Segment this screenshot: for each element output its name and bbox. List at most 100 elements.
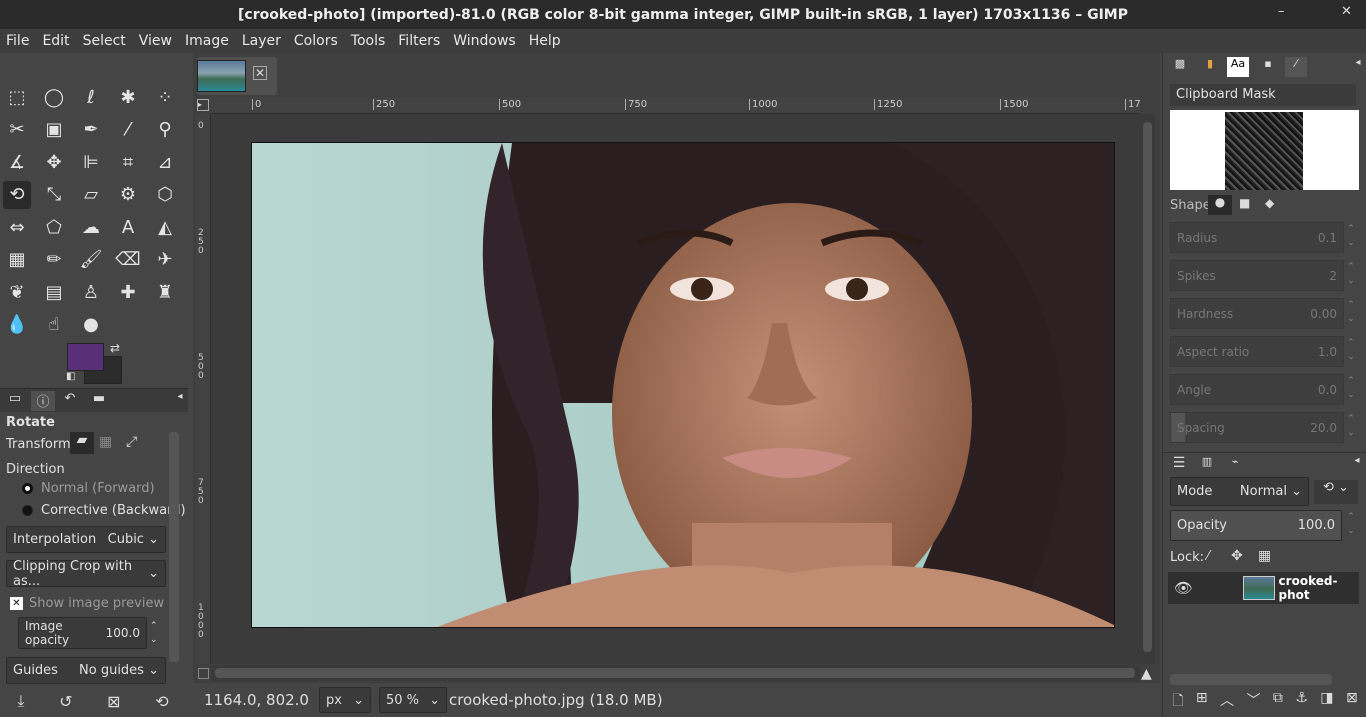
channels-tab-icon[interactable]: ▥ [1196, 455, 1218, 475]
scale-icon[interactable]: ⤡ [40, 181, 68, 209]
smudge-icon[interactable]: ☁ [77, 213, 105, 241]
duplicate-layer-icon[interactable]: ⧉ [1273, 690, 1283, 714]
show-preview-checkbox[interactable]: ✕ [10, 597, 23, 610]
default-colors-icon[interactable]: ◧ [66, 371, 75, 382]
clipping-combo[interactable]: Clipping Crop with as... ⌄ [6, 559, 166, 589]
shape-diamond-icon[interactable]: ◆ [1265, 196, 1274, 210]
brush-param-slider[interactable]: Angle 0.0 [1170, 374, 1344, 405]
unit-combo[interactable]: px ⌄ [318, 687, 371, 713]
mode-reset-icon[interactable]: ⟲ ⌄ [1314, 480, 1358, 504]
lower-layer-icon[interactable]: ﹀ [1246, 690, 1260, 714]
swap-colors-icon[interactable]: ⇄ [110, 341, 120, 355]
dock-menu-icon[interactable]: ◂ [1346, 455, 1366, 475]
direction-normal-radio[interactable] [22, 483, 33, 494]
warp-icon[interactable]: ⇔ [3, 213, 31, 241]
heal-icon[interactable]: ✚ [114, 278, 142, 306]
zoom-icon[interactable]: ⚲ [151, 116, 179, 144]
brushes-tab-icon[interactable]: ▩ [1169, 57, 1191, 77]
paths-icon[interactable]: ✒ [77, 116, 105, 144]
shear-icon[interactable]: ▱ [77, 181, 105, 209]
lock-alpha-icon[interactable]: ▦ [1258, 548, 1271, 564]
ellipse-select-icon[interactable]: ◯ [40, 83, 68, 111]
menu-tools[interactable]: Tools [351, 33, 386, 49]
raise-layer-icon[interactable]: ︿ [1220, 690, 1234, 714]
foreground-select-icon[interactable]: ▣ [40, 116, 68, 144]
anchor-layer-icon[interactable]: ⚓ [1295, 690, 1308, 714]
layers-hscrollbar[interactable] [1170, 674, 1332, 685]
lock-pixels-icon[interactable]: ⁄ [1207, 549, 1209, 564]
direction-corrective-radio[interactable] [22, 505, 33, 516]
delete-layer-icon[interactable]: ⊠ [1346, 690, 1358, 714]
vertical-ruler[interactable]: 0 2 5 0 5 0 0 7 5 0 1 0 0 0 [196, 114, 211, 664]
transform-selection-icon[interactable]: ▦ [99, 434, 112, 450]
menu-windows[interactable]: Windows [453, 33, 516, 49]
images-tab-icon[interactable]: ▬ [87, 391, 111, 411]
menu-view[interactable]: View [139, 33, 172, 49]
text-icon[interactable]: A [114, 213, 142, 241]
gradient-icon[interactable]: ▦ [3, 246, 31, 274]
menu-file[interactable]: File [6, 33, 29, 49]
interpolation-combo[interactable]: Interpolation Cubic ⌄ [6, 526, 166, 553]
menu-select[interactable]: Select [83, 33, 126, 49]
layer-mode-combo[interactable]: Mode Normal ⌄ [1170, 477, 1309, 506]
undo-history-tab-icon[interactable]: ↶ [58, 391, 82, 411]
select-by-color-icon[interactable]: ⁘ [151, 83, 179, 111]
lock-position-icon[interactable]: ✥ [1231, 548, 1243, 564]
zoom-combo[interactable]: 50 % ⌄ [378, 687, 447, 713]
restore-options-icon[interactable]: ↺ [59, 692, 72, 711]
brush-param-slider[interactable]: Aspect ratio 1.0 [1170, 336, 1344, 367]
horizontal-ruler[interactable]: 0 250 500 750 1000 1250 1500 17 [211, 97, 1141, 114]
menu-help[interactable]: Help [529, 33, 561, 49]
dock-menu-icon[interactable]: ◂ [168, 391, 192, 411]
shape-square-icon[interactable]: ■ [1239, 196, 1250, 210]
brush-param-slider[interactable]: Spacing 20.0 [1170, 412, 1344, 443]
horizontal-scrollbar-thumb[interactable] [215, 668, 1135, 678]
delete-options-icon[interactable]: ⊠ [107, 692, 120, 711]
move-icon[interactable]: ✥ [40, 148, 68, 176]
navigate-icon[interactable]: ▲ [1141, 666, 1152, 682]
tool-options-scrollbar[interactable] [169, 432, 179, 662]
brush-param-slider[interactable]: Hardness 0.00 [1170, 298, 1344, 329]
clone-icon[interactable]: ♙ [77, 278, 105, 306]
smudge-finger-icon[interactable]: ☝ [40, 311, 68, 339]
unified-transform-icon[interactable]: ⊿ [151, 148, 179, 176]
eye-icon[interactable]: 👁 [1174, 579, 1193, 597]
quick-mask-icon[interactable]: ▸ [197, 99, 209, 111]
image-opacity-slider[interactable]: Image opacity 100.0 [18, 617, 147, 649]
free-select-icon[interactable]: ℓ [77, 83, 105, 111]
dodge-burn-icon[interactable]: ● [77, 311, 105, 339]
menu-layer[interactable]: Layer [242, 33, 281, 49]
rotate-icon[interactable]: ⟲ [3, 180, 31, 209]
spin-icon[interactable]: ⌃ ⌄ [1344, 374, 1358, 405]
ink-icon[interactable]: ❦ [3, 278, 31, 306]
handle-transform-icon[interactable]: ⚙ [114, 181, 142, 209]
save-options-icon[interactable]: ⤓ [17, 691, 24, 711]
eraser-icon[interactable]: ⌫ [114, 246, 142, 274]
cage-icon[interactable]: ⬠ [40, 213, 68, 241]
transform-layer-icon[interactable]: ▰ [70, 432, 94, 454]
image-canvas[interactable] [251, 142, 1115, 628]
bucket-fill-icon[interactable]: ◭ [151, 213, 179, 241]
paths-tab-icon[interactable]: ⌁ [1224, 455, 1246, 475]
mypaint-icon[interactable]: ▤ [40, 278, 68, 306]
perspective-clone-icon[interactable]: ♜ [151, 278, 179, 306]
menu-colors[interactable]: Colors [294, 33, 338, 49]
mask-layer-icon[interactable]: ◨ [1320, 690, 1333, 714]
close-button[interactable]: ✕ [1341, 4, 1352, 19]
tool-options-tab-icon[interactable]: ▭ [3, 391, 27, 411]
crop-icon[interactable]: ⌗ [114, 148, 142, 176]
image-tab[interactable]: ✕ [197, 57, 277, 95]
brush-param-slider[interactable]: Radius 0.1 [1170, 222, 1344, 253]
color-picker-icon[interactable]: ⁄ [114, 116, 142, 144]
opacity-spin-icon[interactable]: ⌃ ⌄ [1344, 510, 1358, 541]
new-layer-icon[interactable]: 🗋 [1172, 690, 1183, 714]
vertical-scrollbar[interactable] [1140, 114, 1155, 664]
align-icon[interactable]: ⊫ [77, 148, 105, 176]
transform-path-icon[interactable]: ⤢ [126, 434, 137, 450]
menu-filters[interactable]: Filters [398, 33, 440, 49]
rect-select-icon[interactable]: ⬚ [3, 83, 31, 111]
foreground-color-swatch[interactable] [67, 343, 104, 371]
layer-opacity-slider[interactable]: Opacity 100.0 [1170, 510, 1342, 541]
zoom-fit-icon[interactable] [198, 668, 209, 679]
brush-param-slider[interactable]: Spikes 2 [1170, 260, 1344, 291]
